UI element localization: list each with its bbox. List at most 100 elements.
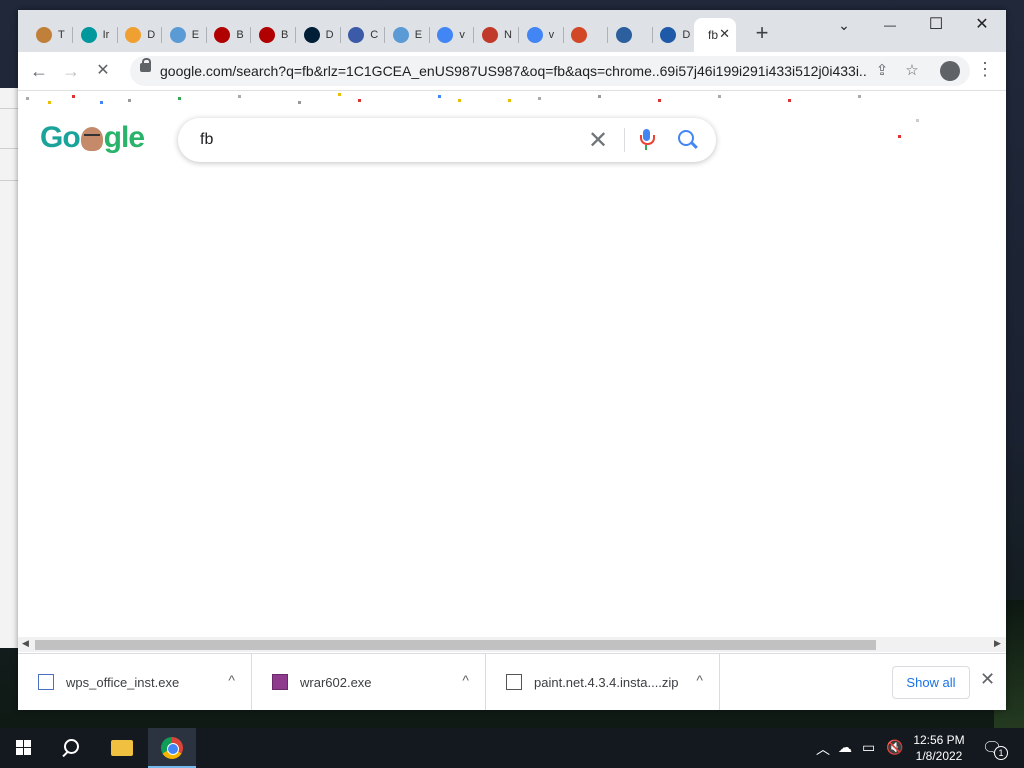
tab-favicon-icon [36, 27, 52, 43]
tab-favicon-icon [214, 27, 231, 43]
system-clock[interactable]: 12:56 PM 1/8/2022 [904, 732, 974, 764]
browser-tab[interactable] [563, 20, 609, 50]
tab-title: E [414, 29, 423, 41]
browser-tab[interactable]: E [162, 20, 207, 50]
browser-tab[interactable]: D [117, 20, 163, 50]
search-box[interactable]: fb ✕ [178, 118, 716, 162]
download-filename: wps_office_inst.exe [66, 675, 180, 690]
file-explorer-button[interactable] [98, 728, 146, 768]
divider [0, 148, 18, 149]
stop-loading-button[interactable]: ✕ [90, 58, 116, 84]
tab-title: E [191, 29, 200, 41]
chevron-up-icon[interactable]: ^ [228, 672, 235, 688]
profile-avatar-icon[interactable] [940, 61, 960, 81]
zip-file-icon [506, 674, 522, 690]
scroll-left-icon[interactable]: ◀ [22, 638, 29, 649]
tab-favicon-icon [125, 27, 142, 43]
horizontal-scrollbar[interactable]: ◀ ▶ [18, 637, 1006, 652]
browser-toolbar: ← → ✕ google.com/search?q=fb&rlz=1C1GCEA… [18, 52, 1006, 91]
start-button[interactable] [0, 728, 48, 768]
back-button[interactable]: ← [26, 58, 52, 84]
browser-tab[interactable]: B [206, 20, 252, 50]
tab-favicon-icon [259, 27, 275, 43]
chrome-menu-icon[interactable]: ⋮ [976, 59, 994, 80]
search-taskbar-button[interactable] [48, 728, 96, 768]
tab-title: Ir [102, 29, 110, 41]
address-bar[interactable]: google.com/search?q=fb&rlz=1C1GCEA_enUS9… [130, 56, 970, 86]
tab-favicon-icon [437, 27, 454, 43]
folder-icon [111, 740, 133, 756]
chevron-up-icon[interactable]: ^ [462, 672, 469, 688]
tab-close-icon[interactable]: ✕ [719, 26, 730, 42]
show-all-button[interactable]: Show all [892, 666, 970, 699]
tab-active[interactable]: fb ✕ [694, 18, 736, 52]
browser-tab[interactable]: T [28, 20, 73, 50]
tab-favicon-icon [571, 27, 588, 43]
logo-text-end: gle [103, 121, 145, 154]
tab-title: D [325, 29, 334, 41]
logo-text-start: Go [40, 121, 81, 154]
divider [0, 180, 18, 181]
chrome-taskbar-button[interactable] [148, 728, 196, 768]
forward-button[interactable]: → [58, 58, 84, 84]
chrome-window: T Ir D E B B D C Ev Nv D fb ✕ + ⌄ — ☐ ✕ ← → ✕ goog… [18, 10, 1006, 710]
search-icon-handle [62, 750, 69, 758]
tab-title: B [281, 29, 289, 41]
bookmark-star-icon[interactable]: ☆ [900, 59, 924, 83]
browser-tab[interactable]: Ir [73, 20, 118, 50]
volume-muted-icon[interactable]: 🔇 [886, 739, 903, 756]
scroll-right-icon[interactable]: ▶ [994, 638, 1001, 649]
download-item[interactable]: wps_office_inst.exe ^ [18, 654, 252, 710]
tab-favicon-icon [482, 27, 498, 43]
download-filename: wrar602.exe [300, 675, 372, 690]
browser-tab[interactable] [608, 20, 653, 50]
show-hidden-icons-chevron-icon[interactable]: ︿ [816, 739, 830, 759]
tab-title: v [459, 29, 465, 41]
network-icon[interactable]: ▭ [862, 739, 875, 756]
new-tab-button[interactable]: + [750, 22, 774, 46]
close-downloads-icon[interactable]: ✕ [980, 669, 995, 690]
browser-tab[interactable]: v [429, 20, 475, 50]
downloads-bar: wps_office_inst.exe ^ wrar602.exe ^ pain… [18, 653, 1006, 710]
browser-tab[interactable]: D [652, 20, 698, 50]
notification-count-badge: 1 [994, 746, 1008, 760]
search-divider [624, 128, 625, 152]
clear-search-icon[interactable]: ✕ [588, 126, 608, 155]
download-item[interactable]: paint.net.4.3.4.insta....zip ^ [486, 654, 720, 710]
google-doodle-logo[interactable]: Go gle [40, 121, 145, 155]
search-input[interactable]: fb [200, 131, 213, 149]
browser-tab[interactable]: v [519, 20, 564, 50]
browser-tab[interactable]: C [340, 20, 386, 50]
share-icon[interactable]: ⇪ [870, 59, 894, 83]
tab-search-dropdown-icon[interactable]: ⌄ [821, 10, 867, 40]
lock-icon[interactable] [140, 58, 151, 72]
minimize-button[interactable]: — [867, 10, 913, 40]
browser-tab[interactable]: N [474, 20, 519, 50]
browser-tab[interactable]: D [296, 20, 341, 50]
chevron-up-icon[interactable]: ^ [696, 672, 703, 688]
scrollbar-thumb[interactable] [35, 640, 876, 650]
tab-title: D [147, 29, 156, 41]
url-text[interactable]: google.com/search?q=fb&rlz=1C1GCEA_enUS9… [160, 63, 866, 79]
tab-favicon-icon [169, 27, 186, 43]
winrar-file-icon [272, 674, 288, 690]
download-item[interactable]: wrar602.exe ^ [252, 654, 486, 710]
tab-title: fb [708, 28, 718, 42]
clock-time: 12:56 PM [913, 733, 965, 747]
windows-taskbar: ︿ ☁ ▭ 🔇 12:56 PM 1/8/2022 🗨 1 [0, 728, 1024, 768]
onedrive-cloud-icon[interactable]: ☁ [838, 739, 852, 756]
wps-file-icon [38, 674, 54, 690]
tab-title: D [682, 29, 691, 41]
voice-search-icon[interactable] [640, 129, 655, 151]
tab-favicon-icon [348, 27, 365, 43]
tab-title: N [504, 29, 512, 41]
close-window-button[interactable]: ✕ [959, 10, 1005, 40]
search-icon[interactable] [678, 130, 694, 146]
clock-date: 1/8/2022 [915, 749, 963, 763]
divider [0, 108, 18, 109]
page-content: Go gle fb ✕ [18, 91, 1006, 637]
browser-tab[interactable]: E [385, 20, 430, 50]
maximize-button[interactable]: ☐ [913, 10, 959, 40]
browser-tab[interactable]: B [251, 20, 296, 50]
tab-strip: T Ir D E B B D C Ev Nv D fb ✕ + ⌄ — ☐ ✕ [18, 10, 1006, 52]
